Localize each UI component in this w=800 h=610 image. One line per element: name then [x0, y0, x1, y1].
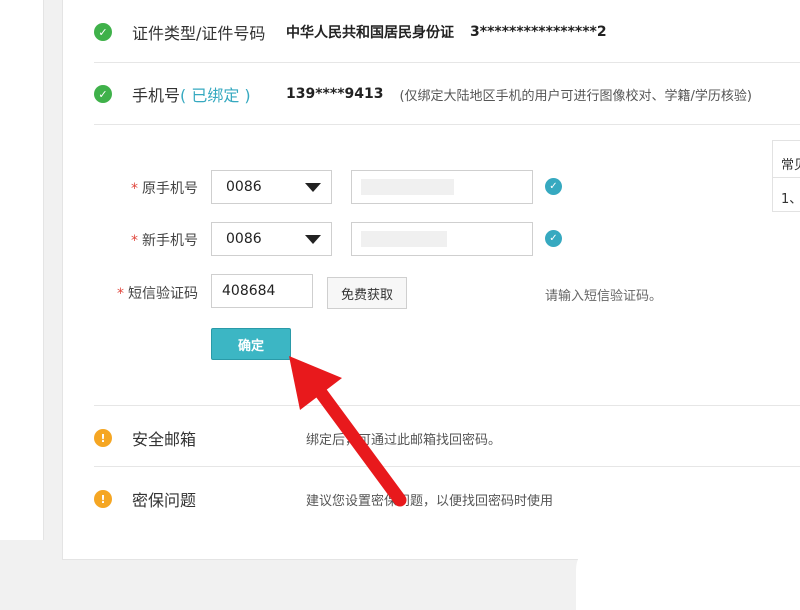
sms-code-label: * 短信验证码: [108, 283, 198, 303]
masked-old-phone: [361, 179, 454, 195]
bound-badge: ( 已绑定 ): [180, 86, 251, 105]
check-icon: ✓: [545, 178, 562, 195]
security-question-title: 密保问题: [132, 491, 197, 510]
masked-new-phone: [361, 231, 447, 247]
required-mark: *: [117, 286, 124, 302]
phone-row-title: 手机号( 已绑定 ): [132, 82, 286, 106]
new-country-code-value: 0086: [226, 231, 262, 247]
get-code-button[interactable]: 免费获取: [327, 277, 407, 309]
phone-note: (仅绑定大陆地区手机的用户可进行图像校对、学籍/学历核验): [399, 88, 753, 104]
ok-status-icon: ✓: [94, 23, 112, 41]
warning-icon: !: [94, 490, 112, 508]
chevron-down-icon: [305, 183, 321, 192]
new-phone-label-text: 新手机号: [142, 233, 198, 249]
sms-code-label-text: 短信验证码: [128, 286, 198, 302]
chevron-down-icon: [305, 235, 321, 244]
security-question-row: ! 密保问题 建议您设置密保问题，以便找回密码时使用: [94, 485, 800, 513]
old-phone-label-text: 原手机号: [142, 181, 198, 197]
sms-code-input[interactable]: [211, 274, 313, 308]
faq-box: 常见 1、: [772, 140, 800, 212]
old-country-code-value: 0086: [226, 179, 262, 195]
new-country-code-select[interactable]: 0086: [211, 222, 332, 256]
required-mark: *: [131, 181, 138, 197]
old-country-code-select[interactable]: 0086: [211, 170, 332, 204]
confirm-button[interactable]: 确定: [211, 328, 291, 360]
divider: [94, 466, 800, 467]
divider: [773, 177, 800, 178]
ok-status-icon: ✓: [94, 85, 112, 103]
email-row: ! 安全邮箱 绑定后，可通过此邮箱找回密码。: [94, 424, 800, 452]
divider: [94, 124, 800, 125]
phone-row: ✓ 手机号( 已绑定 ) 139****9413 (仅绑定大陆地区手机的用户可进…: [94, 80, 800, 108]
left-panel: [0, 0, 44, 540]
email-row-desc: 绑定后，可通过此邮箱找回密码。: [306, 432, 502, 448]
faq-title: 常见: [781, 158, 800, 173]
id-type-value: 中华人民共和国居民身份证: [286, 25, 454, 41]
phone-value: 139****9413: [286, 86, 384, 102]
sms-hint: 请输入短信验证码。: [545, 289, 663, 304]
old-phone-label: * 原手机号: [120, 178, 198, 198]
id-row-title: 证件类型/证件号码: [132, 24, 266, 43]
check-icon: ✓: [545, 230, 562, 247]
warning-icon: !: [94, 429, 112, 447]
email-row-title: 安全邮箱: [132, 430, 197, 449]
id-row: ✓ 证件类型/证件号码 中华人民共和国居民身份证 3**************…: [94, 18, 800, 46]
faq-item[interactable]: 1、: [781, 188, 800, 207]
divider: [94, 62, 800, 63]
phone-row-label: 手机号: [132, 86, 181, 105]
new-phone-label: * 新手机号: [120, 230, 198, 250]
security-question-desc: 建议您设置密保问题，以便找回密码时使用: [306, 493, 554, 509]
required-mark: *: [131, 233, 138, 249]
divider: [94, 405, 800, 406]
id-number-value: 3****************2: [470, 24, 607, 40]
